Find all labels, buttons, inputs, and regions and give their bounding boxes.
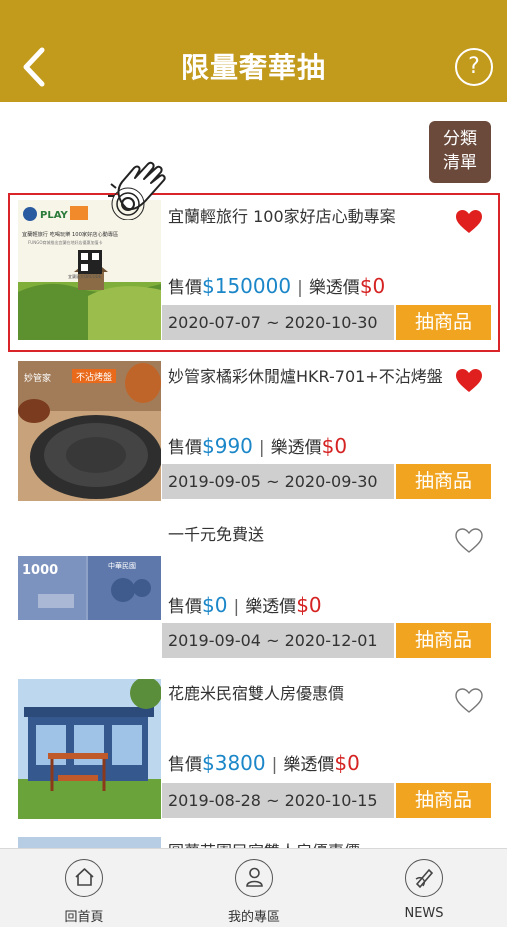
price-line: 售價$990 | 樂透價$0 [168,433,347,458]
list-item[interactable]: 妙管家 不沾烤盤 妙管家橘彩休閒爐HKR-701+不沾烤盤 售價$990 | 樂透價… [0,361,507,501]
banknote-bank: 中華民國 [108,561,136,570]
heart-outline-icon[interactable] [455,528,483,554]
price-line: 售價$3800 | 樂透價$0 [168,750,360,775]
product-name: 妙管家橘彩休閒爐HKR-701+不沾烤盤 [168,367,443,386]
draw-product-button[interactable]: 抽商品 [396,305,491,340]
thumb-line3: 宜蘭區大QRCODE [68,273,102,279]
product-name: 花鹿米民宿雙人房優惠價 [168,684,345,703]
lottery-price-value: $0 [334,751,360,775]
heart-outline-icon[interactable] [455,688,483,714]
thumb-brand: 妙管家 [24,372,51,384]
date-range: 2019-09-05 ~ 2020-09-30 [162,464,394,499]
thumb-brand: PLAY [40,210,68,221]
date-range: 2019-08-28 ~ 2020-10-15 [162,783,394,818]
banknote-amount: 1000 [22,563,58,578]
price-value: $0 [202,593,228,617]
price-label: 售價 [168,278,202,298]
product-name: 宜蘭輕旅行 100家好店心動專案 [168,207,396,226]
product-name: 一千元免費送 [168,525,265,544]
price-label: 售價 [168,755,202,775]
nav-label-home: 回首頁 [64,910,104,925]
price-separator: | [271,755,278,775]
price-value: $150000 [202,274,292,298]
date-range: 2019-09-04 ~ 2020-12-01 [162,623,394,658]
help-icon[interactable]: ? [455,48,493,86]
product-image: 1000 中華民國 [18,556,161,620]
lottery-price-value: $0 [359,274,386,298]
price-separator: | [233,597,240,617]
price-label: 售價 [168,597,202,617]
list-item[interactable]: PLAY 宜蘭輕旅行 吃喝玩樂 100家好店心動專區 FUNGO商城推出宜蘭在地… [0,200,507,340]
draw-product-button[interactable]: 抽商品 [396,623,491,658]
nav-label-news: NEWS [404,906,444,921]
price-line: 售價$0 | 樂透價$0 [168,592,322,617]
price-value: $990 [202,434,253,458]
thumb-line1: 宜蘭輕旅行 吃喝玩樂 100家好店心動專區 [22,230,118,238]
lottery-price-value: $0 [296,593,322,617]
date-range: 2020-07-07 ~ 2020-10-30 [162,305,394,340]
tap-hand-icon [108,161,166,220]
category-list-button[interactable]: 分類 清單 [429,121,491,183]
draw-product-button[interactable]: 抽商品 [396,783,491,818]
list-item[interactable]: 花鹿米民宿雙人房優惠價 售價$3800 | 樂透價$0 2019-08-28 ~ 2… [0,679,507,819]
category-list-label-1: 分類 [443,129,477,149]
page-title: 限量奢華抽 [180,51,326,84]
bottom-nav: 回首頁 我的專區 NEWS [0,848,507,927]
lottery-price-label: 樂透價 [270,438,322,458]
lottery-price-label: 樂透價 [245,597,297,617]
price-separator: | [258,438,265,458]
product-image [18,837,161,848]
app-header: 限量奢華抽 ? [0,0,507,102]
draw-product-button[interactable]: 抽商品 [396,464,491,499]
price-line: 售價$150000 | 樂透價$0 [168,273,385,298]
heart-filled-icon[interactable] [455,209,483,235]
price-label: 售價 [168,438,202,458]
category-list-label-2: 清單 [443,153,477,173]
lottery-price-label: 樂透價 [308,278,360,298]
price-separator: | [297,278,303,298]
nav-label-my-area: 我的專區 [227,910,280,925]
thumb-tag: 不沾烤盤 [76,371,112,383]
product-image: PLAY 宜蘭輕旅行 吃喝玩樂 100家好店心動專區 FUNGO商城推出宜蘭在地… [18,200,161,340]
lottery-price-label: 樂透價 [283,755,335,775]
list-item[interactable]: 1000 中華民國 一千元免費送 售價$0 | 樂透價$0 2019-09-04 ~… [0,520,507,660]
home-icon [65,859,103,897]
thumb-line2: FUNGO商城推出宜蘭在地好店優惠加值卡 [28,239,102,245]
price-value: $3800 [202,751,266,775]
user-icon [235,859,273,897]
product-image [18,679,161,819]
lottery-price-value: $0 [321,434,348,458]
product-image: 妙管家 不沾烤盤 [18,361,161,501]
news-icon [405,859,443,897]
heart-filled-icon[interactable] [455,368,483,394]
